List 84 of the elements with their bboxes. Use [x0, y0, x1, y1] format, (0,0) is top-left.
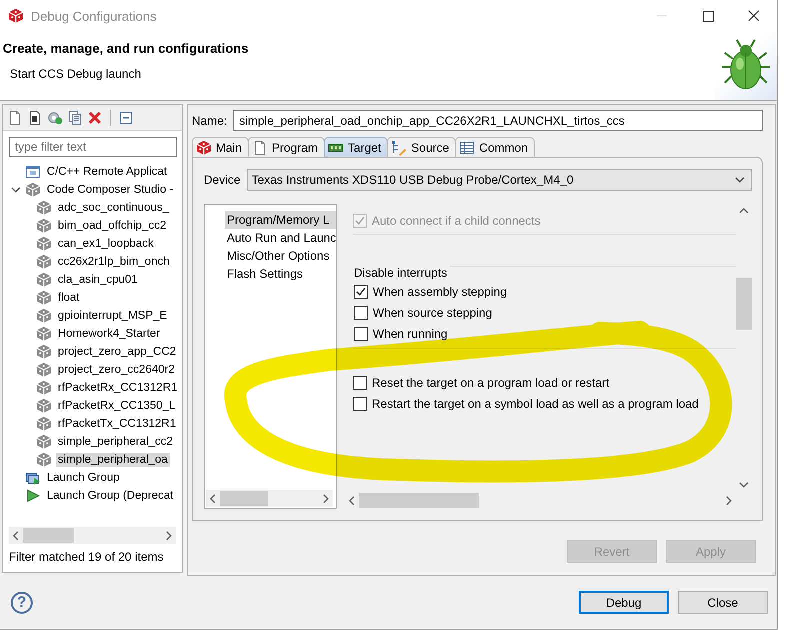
cube-icon	[36, 236, 52, 252]
name-field[interactable]: simple_peripheral_oad_onchip_app_CC26X2R1_LAUNCHXL_tirtos_ccs	[233, 110, 763, 131]
cube-icon	[36, 344, 52, 360]
cube-icon	[36, 326, 52, 342]
tree-item[interactable]: C/C++ Remote Applicat	[45, 165, 170, 179]
tree-item[interactable]: Launch Group	[45, 471, 122, 485]
group-title: Disable interrupts	[353, 266, 450, 280]
tree-item[interactable]: float	[56, 291, 82, 305]
tree-item[interactable]: project_zero_app_CC2	[56, 345, 178, 359]
checkbox[interactable]	[354, 326, 368, 340]
checkbox[interactable]	[354, 284, 368, 298]
checkbox-label: When source stepping	[373, 306, 492, 320]
checkbox-label: When running	[373, 326, 448, 340]
cube-icon	[36, 290, 52, 306]
source-tree-icon	[391, 140, 408, 156]
header-title: Create, manage, and run configurations	[3, 41, 249, 56]
filter-field[interactable]: type filter text	[9, 137, 177, 157]
cube-icon	[196, 140, 212, 156]
cube-icon	[36, 380, 52, 396]
cube-icon	[36, 218, 52, 234]
tree-item[interactable]: adc_soc_continuous_	[56, 201, 172, 215]
tree-item[interactable]: can_ex1_loopback	[56, 237, 156, 251]
tree-item[interactable]: Code Composer Studio -	[45, 183, 176, 197]
checkbox-label: Auto connect if a child connects	[372, 214, 541, 228]
checkbox[interactable]	[354, 306, 368, 320]
close-button[interactable]: Close	[678, 591, 768, 614]
cube-icon	[36, 254, 52, 270]
list-item[interactable]: Flash Settings	[225, 265, 336, 283]
tab[interactable]: Target	[324, 137, 388, 157]
tree-item[interactable]: rfPacketRx_CC1312R1	[56, 381, 180, 395]
tab[interactable]: Program	[248, 137, 326, 157]
list-item[interactable]: Misc/Other Options	[225, 247, 336, 265]
scrollbar-thumb[interactable]	[23, 528, 74, 543]
checkbox[interactable]	[353, 396, 367, 410]
tree-item[interactable]: gpiointerrupt_MSP_E	[56, 309, 170, 323]
tree-item[interactable]: Launch Group (Deprecat	[45, 489, 176, 503]
cube-icon	[8, 8, 24, 24]
tree-item[interactable]: Homework4_Starter	[56, 327, 162, 341]
tab[interactable]: Main	[192, 137, 250, 157]
header-subtitle: Start CCS Debug launch	[9, 67, 142, 81]
tree-item[interactable]: cla_asin_cpu01	[56, 273, 140, 287]
copy-icon[interactable]	[67, 110, 83, 126]
tree-item[interactable]: cc26x2r1lp_bim_onch	[56, 255, 172, 269]
debug-button[interactable]: Debug	[579, 591, 669, 614]
cube-icon	[25, 182, 41, 198]
checkbox-label: Restart the target on a symbol load as well as a program load	[372, 396, 699, 410]
checkbox-label: Reset the target on a program load or restart	[372, 376, 610, 390]
field-label: Device	[204, 173, 241, 187]
list-item[interactable]: Auto Run and Launc	[225, 229, 336, 247]
checkbox[interactable]	[353, 376, 367, 390]
window-icon	[25, 164, 41, 180]
tree-item[interactable]: project_zero_cc2640r2	[56, 363, 177, 377]
delete-icon[interactable]	[87, 110, 103, 126]
tree-item[interactable]: simple_peripheral_oa	[56, 453, 170, 467]
play-icon	[25, 488, 41, 504]
scrollbar-thumb[interactable]	[359, 493, 479, 508]
tab[interactable]: Source	[387, 137, 456, 157]
tab[interactable]: Common	[455, 137, 536, 157]
cube-icon	[36, 200, 52, 216]
cube-icon	[36, 434, 52, 450]
cube-icon	[36, 398, 52, 414]
list-item[interactable]: Program/Memory L	[225, 211, 336, 229]
launch-group-icon	[25, 470, 41, 486]
device-dropdown[interactable]: Texas Instruments XDS110 USB Debug Probe/Cortex_M4_0	[246, 169, 752, 191]
tree-item[interactable]: rfPacketRx_CC1350_L	[56, 399, 178, 413]
collapse-all-icon[interactable]	[118, 110, 134, 126]
window-title: Debug Configurations	[31, 8, 158, 24]
tree-item[interactable]: bim_oad_offchip_cc2	[56, 219, 168, 233]
cube-icon	[36, 452, 52, 468]
cube-icon	[36, 362, 52, 378]
tree-item[interactable]: rfPacketTx_CC1312R1	[56, 417, 178, 431]
filter-status: Filter matched 19 of 20 items	[8, 549, 165, 566]
scrollbar-thumb[interactable]	[736, 278, 752, 330]
new-file-icon[interactable]	[7, 110, 23, 126]
checkbox-label: When assembly stepping	[373, 284, 508, 298]
cube-icon	[36, 416, 52, 432]
field-label: Name:	[192, 114, 228, 128]
page-icon[interactable]	[27, 110, 43, 126]
table-icon	[459, 140, 476, 156]
scrollbar-thumb[interactable]	[220, 491, 268, 506]
tree-item[interactable]: simple_peripheral_cc2	[56, 435, 176, 449]
cube-icon	[36, 308, 52, 324]
help-button[interactable]: ?	[11, 592, 33, 614]
cube-icon	[36, 272, 52, 288]
